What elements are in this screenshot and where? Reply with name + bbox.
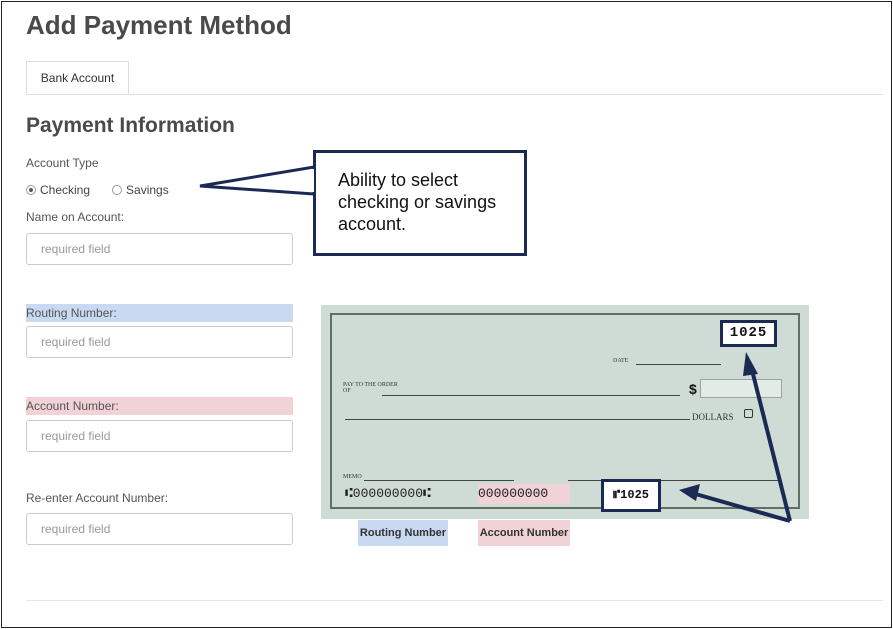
tabs-divider xyxy=(26,94,883,95)
checking-radio[interactable] xyxy=(26,185,36,195)
footer-divider xyxy=(26,600,883,601)
check-dollar-sign: $ xyxy=(689,381,697,397)
account-number-label: Account Number: xyxy=(26,399,119,413)
routing-number-tag: Routing Number xyxy=(358,520,448,546)
callout-box: Ability to select checking or savings ac… xyxy=(313,150,527,256)
savings-radio-label[interactable]: Savings xyxy=(126,183,169,197)
account-type-radio-group: Checking Savings xyxy=(26,183,191,197)
check-number-micr: ⑈1025 xyxy=(601,479,661,512)
page-title: Add Payment Method xyxy=(26,10,292,40)
app-window: Add Payment Method Bank Account Payment … xyxy=(1,1,892,628)
check-memo-label: MEMO xyxy=(343,474,362,480)
name-on-account-label: Name on Account: xyxy=(26,210,125,224)
check-memo-line xyxy=(364,480,514,481)
account-number-tag: Account Number xyxy=(478,520,570,546)
check-number-top: 1025 xyxy=(720,320,777,347)
section-title: Payment Information xyxy=(26,114,235,137)
savings-radio[interactable] xyxy=(112,185,123,195)
check-account-micr: 000000000 xyxy=(478,484,570,504)
check-payee-line xyxy=(382,395,680,396)
check-date-line xyxy=(636,364,721,365)
check-amount-words-line xyxy=(345,419,690,420)
check-date-label: DATE xyxy=(613,358,629,364)
checking-radio-label[interactable]: Checking xyxy=(40,183,90,197)
callout-pointer xyxy=(199,165,316,196)
name-on-account-input[interactable] xyxy=(26,233,293,265)
reenter-account-label: Re-enter Account Number: xyxy=(26,491,169,505)
tab-bank-account[interactable]: Bank Account xyxy=(26,61,129,94)
check-amount-box xyxy=(700,379,782,398)
routing-number-input[interactable] xyxy=(26,326,293,358)
check-dollars-label: DOLLARS xyxy=(692,412,734,422)
routing-number-label: Routing Number: xyxy=(26,306,117,320)
account-number-input[interactable] xyxy=(26,420,293,452)
check-pay-to-label: PAY TO THE ORDER OF xyxy=(343,382,398,394)
account-type-label: Account Type xyxy=(26,156,99,170)
check-routing-micr: ⑆000000000⑆ xyxy=(345,486,431,501)
reenter-account-input[interactable] xyxy=(26,513,293,545)
lock-icon xyxy=(744,409,753,418)
